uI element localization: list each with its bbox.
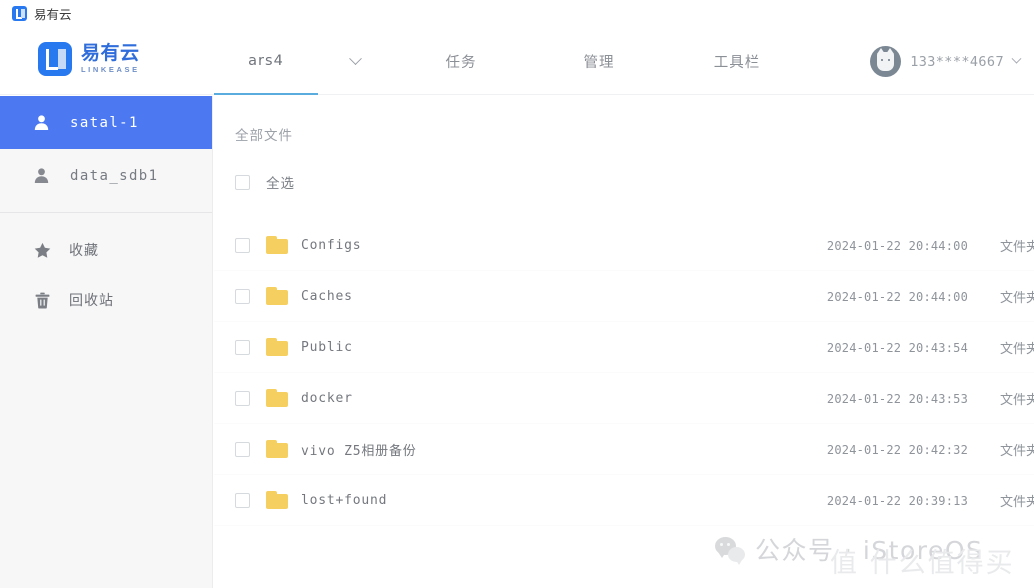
tab-dropdown[interactable] bbox=[318, 27, 392, 95]
table-row[interactable]: docker 2024-01-22 20:43:53 文件夹 bbox=[214, 373, 1034, 424]
sidebar-item-label: data_sdb1 bbox=[70, 167, 159, 184]
row-checkbox[interactable] bbox=[235, 441, 250, 457]
folder-icon bbox=[266, 338, 288, 356]
nav-tabs: ars4 任务 管理 工具栏 bbox=[214, 27, 806, 95]
file-name: Public bbox=[301, 339, 353, 355]
file-date: 2024-01-22 20:44:00 bbox=[826, 289, 968, 304]
file-type: 文件夹 bbox=[1000, 240, 1034, 255]
tab-tasks-label: 任务 bbox=[445, 54, 477, 71]
file-type: 文件夹 bbox=[1000, 342, 1034, 357]
row-meta: 2024-01-22 20:43:54 文件夹 bbox=[827, 322, 1034, 373]
sidebar-item-label: satal-1 bbox=[70, 114, 139, 131]
user-name: 133****4667 bbox=[910, 53, 1004, 70]
browser-tabstrip: 易有云 bbox=[0, 0, 1034, 27]
file-date: 2024-01-22 20:44:00 bbox=[826, 238, 968, 253]
row-checkbox[interactable] bbox=[235, 390, 250, 406]
chevron-down-icon bbox=[348, 51, 362, 65]
row-checkbox[interactable] bbox=[235, 237, 250, 253]
table-row[interactable]: Caches 2024-01-22 20:44:00 文件夹 bbox=[214, 271, 1034, 322]
sidebar: satal-1 data_sdb1 收藏 回收站 bbox=[0, 96, 213, 588]
row-checkbox[interactable] bbox=[235, 492, 250, 508]
top-navbar: 易有云 LINKEASE ars4 任务 管理 工具栏 133****4667 bbox=[0, 27, 1034, 95]
select-all-label: 全选 bbox=[266, 176, 295, 192]
table-row[interactable]: vivo Z5相册备份 2024-01-22 20:42:32 文件夹 bbox=[214, 424, 1034, 475]
app-root: 易有云 易有云 LINKEASE ars4 任务 管理 工具栏 133****4… bbox=[0, 0, 1034, 588]
linkease-logo-icon bbox=[12, 6, 27, 21]
tab-tasks[interactable]: 任务 bbox=[392, 27, 530, 95]
sidebar-divider bbox=[0, 212, 212, 213]
file-name: docker bbox=[301, 390, 353, 406]
select-all-checkbox[interactable] bbox=[235, 174, 250, 190]
file-date: 2024-01-22 20:43:53 bbox=[826, 391, 968, 406]
sidebar-item-label: 收藏 bbox=[69, 243, 99, 259]
brand-name-en: LINKEASE bbox=[81, 65, 140, 75]
folder-icon bbox=[266, 389, 288, 407]
folder-icon bbox=[266, 440, 288, 458]
file-name: Caches bbox=[301, 288, 353, 304]
linkease-logo-icon bbox=[38, 42, 72, 76]
tab-toolbar[interactable]: 工具栏 bbox=[668, 27, 806, 95]
sidebar-item-recycle-bin[interactable]: 回收站 bbox=[0, 275, 212, 325]
brand-text: 易有云 LINKEASE bbox=[81, 44, 140, 74]
star-icon bbox=[34, 242, 51, 259]
tab-manage-label: 管理 bbox=[583, 54, 615, 71]
tab-toolbar-label: 工具栏 bbox=[713, 54, 761, 71]
file-type: 文件夹 bbox=[1000, 393, 1034, 408]
folder-icon bbox=[266, 287, 288, 305]
sidebar-item-data-sdb1[interactable]: data_sdb1 bbox=[0, 149, 212, 202]
table-row[interactable]: lost+found 2024-01-22 20:39:13 文件夹 bbox=[214, 475, 1034, 526]
row-checkbox[interactable] bbox=[235, 339, 250, 355]
user-icon bbox=[33, 114, 50, 131]
sidebar-item-satal-1[interactable]: satal-1 bbox=[0, 96, 212, 149]
row-meta: 2024-01-22 20:42:32 文件夹 bbox=[827, 424, 1034, 475]
row-meta: 2024-01-22 20:44:00 文件夹 bbox=[827, 271, 1034, 322]
folder-icon bbox=[266, 491, 288, 509]
file-date: 2024-01-22 20:42:32 bbox=[826, 442, 968, 457]
browser-tab-title: 易有云 bbox=[34, 7, 72, 22]
trash-icon bbox=[34, 292, 51, 309]
sidebar-item-favorites[interactable]: 收藏 bbox=[0, 225, 212, 275]
user-icon bbox=[33, 167, 50, 184]
select-all-row: 全选 bbox=[214, 144, 1034, 192]
file-name: vivo Z5相册备份 bbox=[301, 443, 417, 459]
file-type: 文件夹 bbox=[1000, 495, 1034, 510]
sidebar-group-secondary: 收藏 回收站 bbox=[0, 223, 212, 325]
brand-name-cn: 易有云 bbox=[81, 42, 140, 65]
tab-manage[interactable]: 管理 bbox=[530, 27, 668, 95]
file-name: lost+found bbox=[301, 492, 388, 508]
breadcrumb[interactable]: 全部文件 bbox=[214, 96, 1034, 144]
file-date: 2024-01-22 20:43:54 bbox=[826, 340, 968, 355]
avatar bbox=[870, 46, 902, 77]
table-row[interactable]: Configs 2024-01-22 20:44:00 文件夹 bbox=[214, 220, 1034, 271]
chevron-down-icon bbox=[1011, 53, 1022, 64]
tab-ars4-label: ars4 bbox=[248, 53, 284, 69]
file-type: 文件夹 bbox=[1000, 444, 1034, 459]
file-name: Configs bbox=[301, 237, 362, 253]
table-row[interactable]: Public 2024-01-22 20:43:54 文件夹 bbox=[214, 322, 1034, 373]
browser-tab[interactable]: 易有云 bbox=[0, 0, 82, 27]
user-menu[interactable]: 133****4667 bbox=[870, 46, 1022, 77]
row-meta: 2024-01-22 20:44:00 文件夹 bbox=[827, 220, 1034, 271]
main-content: 全部文件 全选 Configs 2024-01-22 20:44:00 文件夹 … bbox=[214, 96, 1034, 588]
sidebar-item-label: 回收站 bbox=[69, 293, 114, 309]
file-type: 文件夹 bbox=[1000, 291, 1034, 306]
file-list: Configs 2024-01-22 20:44:00 文件夹 Caches 2… bbox=[214, 220, 1034, 526]
tab-ars4[interactable]: ars4 bbox=[214, 27, 318, 95]
brand-logo[interactable]: 易有云 LINKEASE bbox=[38, 42, 140, 76]
folder-icon bbox=[266, 236, 288, 254]
row-meta: 2024-01-22 20:43:53 文件夹 bbox=[827, 373, 1034, 424]
row-meta: 2024-01-22 20:39:13 文件夹 bbox=[827, 475, 1034, 526]
row-checkbox[interactable] bbox=[235, 288, 250, 304]
file-date: 2024-01-22 20:39:13 bbox=[826, 493, 968, 508]
